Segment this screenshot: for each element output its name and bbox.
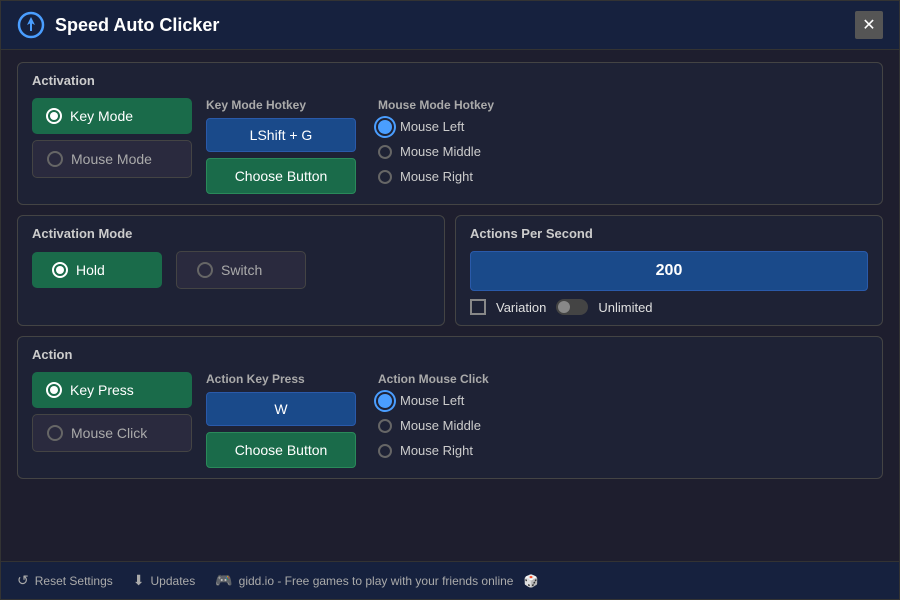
row-3: Action Key Press Mouse Click — [17, 336, 883, 479]
mouse-middle-label: Mouse Middle — [400, 144, 481, 159]
action-key-display: W — [206, 392, 356, 426]
app-title: Speed Auto Clicker — [55, 15, 219, 36]
row-2: Activation Mode Hold Switch Actions Per … — [17, 215, 883, 326]
updates-label: Updates — [151, 574, 196, 588]
mouse-click-radio — [47, 425, 63, 441]
close-button[interactable]: ✕ — [855, 11, 883, 39]
key-hotkey-col: Key Mode Hotkey LShift + G Choose Button — [206, 98, 356, 194]
key-mode-button[interactable]: Key Mode — [32, 98, 192, 134]
mouse-left-option[interactable]: Mouse Left — [378, 116, 494, 137]
reset-settings-item[interactable]: ↺ Reset Settings — [17, 572, 113, 589]
key-press-label: Key Press — [70, 382, 134, 398]
mouse-left-radio — [378, 120, 392, 134]
choose-button-action[interactable]: Choose Button — [206, 432, 356, 468]
action-key-col: Action Key Press W Choose Button — [206, 372, 356, 468]
activation-mode-section: Activation Mode Hold Switch — [17, 215, 445, 326]
unlimited-toggle-thumb — [558, 301, 570, 313]
title-bar-left: Speed Auto Clicker — [17, 11, 219, 39]
hold-label: Hold — [76, 262, 105, 278]
action-mouse-left-label: Mouse Left — [400, 393, 464, 408]
gidd-item[interactable]: 🎮 gidd.io - Free games to play with your… — [215, 572, 538, 589]
variation-label: Variation — [496, 300, 546, 315]
activation-radio-group: Key Mode Mouse Mode — [32, 98, 192, 178]
mouse-mode-label: Mouse Mode — [71, 151, 152, 167]
aps-title: Actions Per Second — [470, 226, 868, 241]
switch-button[interactable]: Switch — [176, 251, 306, 289]
key-hotkey-display: LShift + G — [206, 118, 356, 152]
updates-item[interactable]: ⬇ Updates — [133, 572, 195, 589]
action-mouse-left-option[interactable]: Mouse Left — [378, 390, 489, 411]
unlimited-label: Unlimited — [598, 300, 652, 315]
choose-button-key[interactable]: Choose Button — [206, 158, 356, 194]
key-mode-label: Key Mode — [70, 108, 133, 124]
mouse-click-button[interactable]: Mouse Click — [32, 414, 192, 452]
switch-label: Switch — [221, 262, 262, 278]
mouse-mode-button[interactable]: Mouse Mode — [32, 140, 192, 178]
hold-button[interactable]: Hold — [32, 252, 162, 288]
activation-section: Activation Key Mode Mouse Mode — [17, 62, 883, 205]
aps-options: Variation Unlimited — [470, 299, 868, 315]
app-icon — [17, 11, 45, 39]
action-mouse-middle-radio — [378, 419, 392, 433]
key-press-button[interactable]: Key Press — [32, 372, 192, 408]
activation-mode-title: Activation Mode — [32, 226, 430, 241]
reset-label: Reset Settings — [35, 574, 113, 588]
mouse-middle-radio — [378, 145, 392, 159]
action-mouse-middle-label: Mouse Middle — [400, 418, 481, 433]
reset-icon: ↺ — [17, 572, 29, 589]
action-mouse-right-option[interactable]: Mouse Right — [378, 440, 489, 461]
mouse-hotkey-col: Mouse Mode Hotkey Mouse Left Mouse Middl… — [378, 98, 494, 187]
mouse-left-label: Mouse Left — [400, 119, 464, 134]
row-1: Activation Key Mode Mouse Mode — [17, 62, 883, 205]
mouse-right-option[interactable]: Mouse Right — [378, 166, 494, 187]
mouse-click-label: Mouse Click — [71, 425, 147, 441]
action-mouse-middle-option[interactable]: Mouse Middle — [378, 415, 489, 436]
gidd-label: gidd.io - Free games to play with your f… — [239, 574, 514, 588]
title-bar: Speed Auto Clicker ✕ — [1, 1, 899, 50]
hold-radio — [52, 262, 68, 278]
mouse-right-radio — [378, 170, 392, 184]
mouse-right-label: Mouse Right — [400, 169, 473, 184]
main-window: Speed Auto Clicker ✕ Activation Key Mode — [0, 0, 900, 600]
activation-title: Activation — [32, 73, 868, 88]
action-section: Action Key Press Mouse Click — [17, 336, 883, 479]
action-mouse-right-radio — [378, 444, 392, 458]
action-title: Action — [32, 347, 868, 362]
activation-row: Key Mode Mouse Mode Key Mode Hotkey LShi… — [32, 98, 868, 194]
main-content: Activation Key Mode Mouse Mode — [1, 50, 899, 561]
dice-icon: 🎲 — [523, 574, 538, 588]
action-mouse-left-radio — [378, 394, 392, 408]
bottom-bar: ↺ Reset Settings ⬇ Updates 🎮 gidd.io - F… — [1, 561, 899, 599]
aps-section: Actions Per Second 200 Variation Unlimit… — [455, 215, 883, 326]
switch-radio — [197, 262, 213, 278]
mouse-middle-option[interactable]: Mouse Middle — [378, 141, 494, 162]
key-hotkey-label: Key Mode Hotkey — [206, 98, 356, 112]
updates-icon: ⬇ — [133, 572, 145, 589]
action-row: Key Press Mouse Click Action Key Press W… — [32, 372, 868, 468]
key-press-radio — [46, 382, 62, 398]
unlimited-toggle[interactable] — [556, 299, 588, 315]
action-mouse-right-label: Mouse Right — [400, 443, 473, 458]
mouse-hotkey-label: Mouse Mode Hotkey — [378, 98, 494, 112]
key-mode-radio — [46, 108, 62, 124]
aps-display: 200 — [470, 251, 868, 291]
action-mouse-label: Action Mouse Click — [378, 372, 489, 386]
mouse-mode-radio — [47, 151, 63, 167]
gidd-icon: 🎮 — [215, 572, 232, 589]
variation-checkbox[interactable] — [470, 299, 486, 315]
action-radio-group: Key Press Mouse Click — [32, 372, 192, 452]
action-mouse-col: Action Mouse Click Mouse Left Mouse Midd… — [378, 372, 489, 461]
activation-mode-row: Hold Switch — [32, 251, 430, 289]
action-key-label: Action Key Press — [206, 372, 356, 386]
